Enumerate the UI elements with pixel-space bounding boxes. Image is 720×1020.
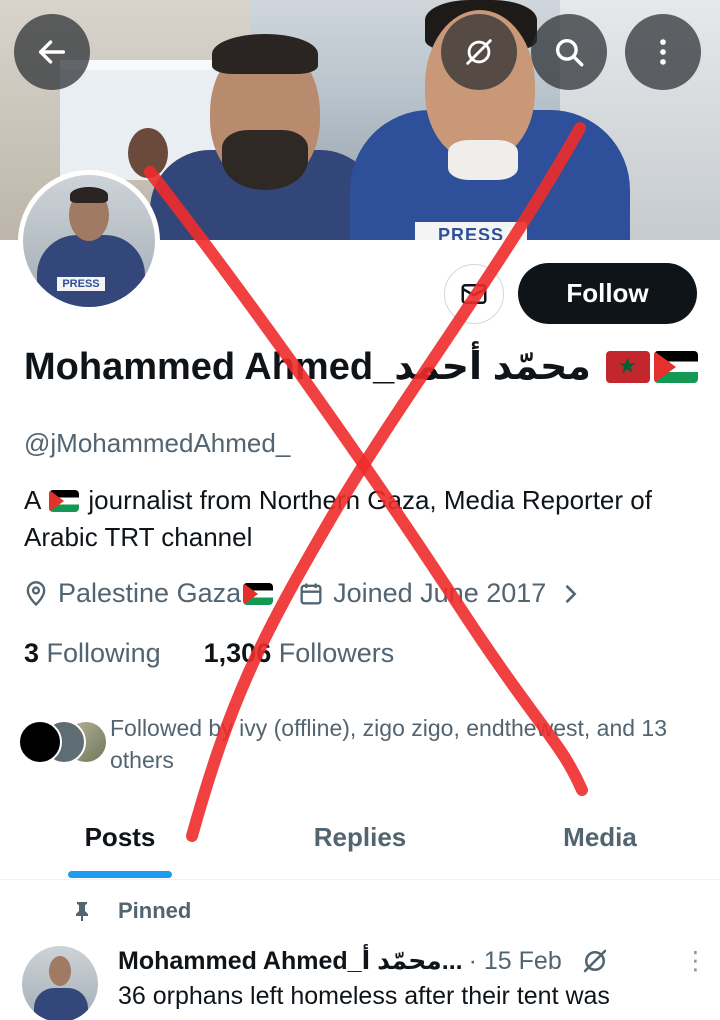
search-icon (555, 38, 584, 67)
post-date[interactable]: · 15 Feb (469, 947, 562, 976)
followers-link[interactable]: 1,306 Followers (204, 638, 395, 668)
palestine-flag-icon (653, 351, 698, 383)
tab-replies[interactable]: Replies (240, 800, 480, 879)
palestine-flag-icon (49, 490, 80, 512)
location-pin-icon (26, 580, 46, 606)
follow-button[interactable]: Follow (518, 263, 697, 324)
post-grok-button[interactable] (580, 946, 610, 976)
profile-location: Palestine Gaza (58, 578, 242, 608)
post-avatar-head (49, 956, 71, 986)
followers-count: 1,306 (203, 638, 272, 668)
avatar-vest (37, 235, 145, 307)
palestine-flag-icon (243, 582, 274, 605)
avatar-press-label: PRESS (57, 277, 105, 291)
profile-bio: A journalist from Northern Gaza, Media R… (24, 482, 704, 556)
banner-person-right-collar (448, 140, 518, 180)
bio-text: journalist from Northern Gaza, Media Rep… (24, 485, 652, 552)
tab-posts[interactable]: Posts (0, 800, 240, 879)
red-x-stroke (144, 166, 588, 796)
follower-avatars (18, 712, 110, 764)
banner-press-label: PRESS (415, 222, 527, 240)
pinned-label: Pinned (118, 898, 192, 923)
tab-media[interactable]: Media (480, 800, 720, 879)
post-author-name[interactable]: Mohammed Ahmed_محمّد أ... (118, 946, 463, 976)
message-button[interactable] (444, 264, 504, 324)
following-label: Following (46, 638, 161, 668)
follower-avatar (18, 720, 62, 764)
display-name: Mohammed Ahmed_محمّد أحمد (24, 344, 698, 389)
profile-meta: Palestine Gaza Joined June 2017 (22, 578, 584, 609)
post-author-avatar[interactable] (22, 946, 98, 1020)
profile-tabs: Posts Replies Media (0, 800, 720, 880)
post-header: Mohammed Ahmed_محمّد أ... · 15 Feb ⋮ (118, 946, 708, 976)
post-more-button[interactable]: ⋮ (683, 946, 708, 976)
post-avatar-vest (34, 988, 88, 1020)
banner-person-left-hair (212, 34, 318, 74)
grok-icon (583, 949, 606, 973)
chevron-right-icon[interactable] (556, 580, 584, 608)
mail-icon (461, 284, 487, 304)
followed-by-text: Followed by ivy (offline), zigo zigo, en… (110, 715, 667, 773)
followers-label: Followers (278, 638, 395, 668)
pin-icon (76, 902, 88, 921)
grok-icon (466, 39, 492, 65)
following-link[interactable]: 3 Following (24, 638, 161, 668)
arrow-left-icon (38, 40, 66, 64)
more-options-button[interactable] (625, 14, 701, 90)
banner-person-left-beard (222, 130, 308, 190)
calendar-icon (300, 583, 322, 604)
profile-avatar[interactable]: PRESS (18, 170, 160, 312)
avatar-hair (70, 187, 108, 203)
profile-joined-date: Joined June 2017 (333, 578, 547, 608)
morocco-flag-icon (605, 351, 650, 383)
followed-by-row[interactable]: Followed by ivy (offline), zigo zigo, en… (18, 712, 708, 776)
back-button[interactable] (14, 14, 90, 90)
pinned-indicator: Pinned (70, 898, 191, 924)
grok-button[interactable] (441, 14, 517, 90)
following-count: 3 (24, 638, 40, 668)
profile-handle: @jMohammedAhmed_ (24, 428, 291, 458)
banner-background-person (128, 128, 168, 178)
display-name-text: Mohammed Ahmed_محمّد أحمد (24, 346, 591, 388)
more-vertical-icon (660, 39, 666, 65)
search-button[interactable] (531, 14, 607, 90)
post-text[interactable]: 36 orphans left homeless after their ten… (118, 982, 610, 1011)
bio-prefix: A (24, 485, 40, 515)
follow-counts: 3 Following 1,306 Followers (24, 638, 394, 669)
